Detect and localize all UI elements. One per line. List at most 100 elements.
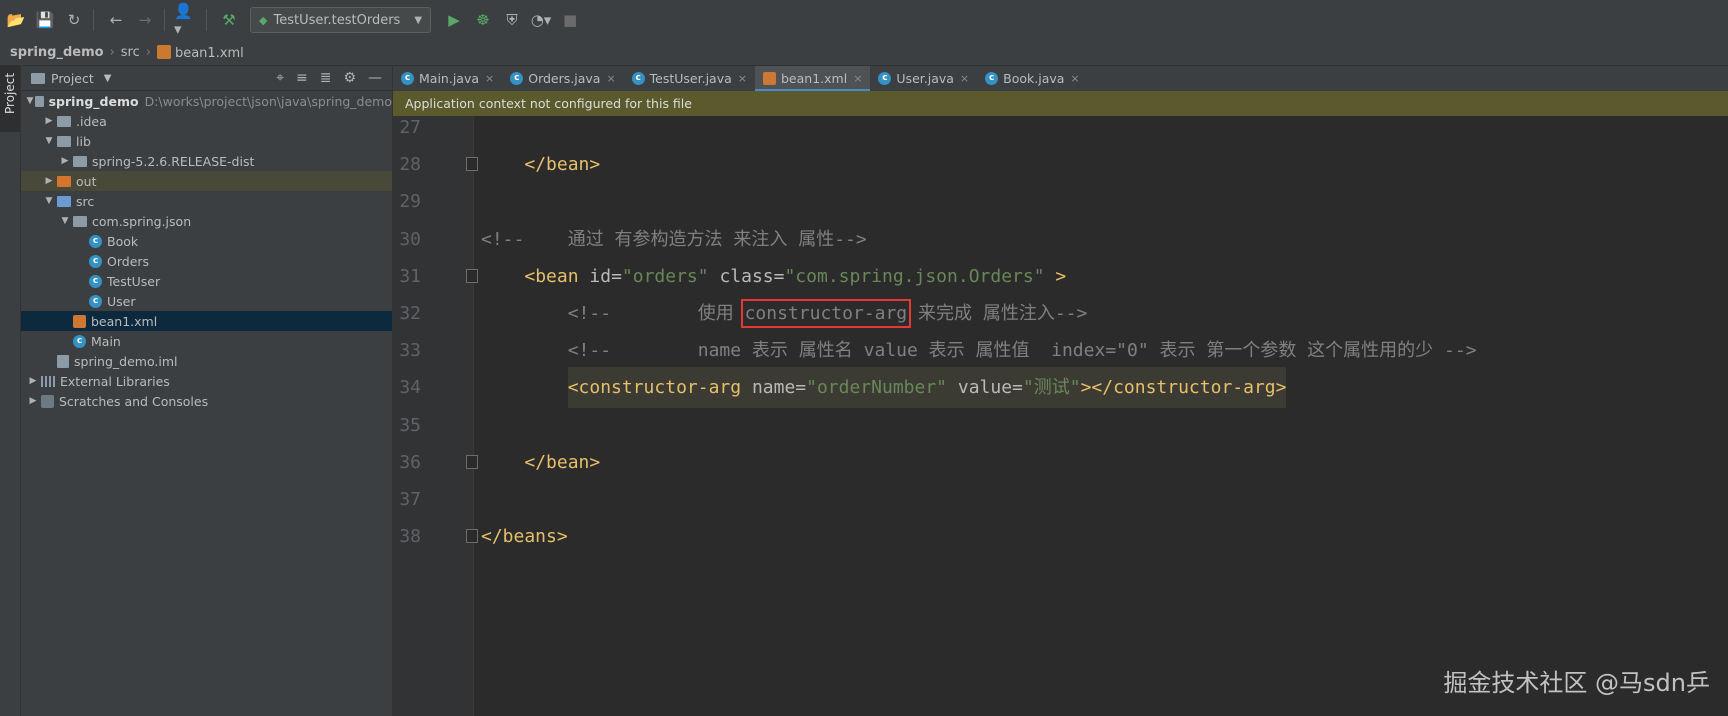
project-panel-title[interactable]: Project [51,71,94,86]
source-folder-icon [57,195,71,207]
code-token: <bean [524,265,590,287]
chevron-down-icon[interactable]: ▼ [41,136,57,146]
chevron-right-icon[interactable]: ▶ [25,396,41,406]
code-token: "测试" [1022,367,1081,409]
close-icon[interactable]: × [960,72,969,85]
fold-marker-icon[interactable] [466,157,478,172]
close-icon[interactable]: × [1070,72,1079,85]
line-number: 34 [399,377,421,399]
breadcrumb-src[interactable]: src [115,45,140,60]
tree-item[interactable]: ▶ .idea [21,111,392,131]
code-editor[interactable]: 27 28 </bean> 29 30 <!-- 通过 有参构造方法 来注入 属性-->… [393,116,1728,716]
line-number: 31 [399,265,421,287]
code-token: constructor-arg [740,299,912,328]
minimize-icon[interactable]: — [368,70,382,86]
close-icon[interactable]: × [738,72,747,85]
code-text: </beans> [481,516,568,557]
chevron-down-icon: ▼ [414,14,423,26]
code-line: 32 <!-- 使用 constructor-arg 来完成 属性注入--> [393,293,1728,334]
debug-bug-icon[interactable]: ☸ [470,7,496,33]
open-folder-icon[interactable]: 📂 [3,7,29,33]
chevron-down-icon[interactable]: ▼ [25,96,35,106]
save-icon[interactable]: 💾 [32,7,58,33]
code-token: "orders" [621,265,709,287]
editor-tab[interactable]: c Book.java × [977,66,1088,91]
code-text: </bean> [481,144,600,185]
close-icon[interactable]: × [485,72,494,85]
tree-item[interactable]: ▶ Scratches and Consoles [21,391,392,411]
gear-icon[interactable]: ⚙ [343,70,356,86]
editor-tab[interactable]: c Main.java × [393,66,502,91]
chevron-right-icon[interactable]: ▶ [41,176,57,186]
tree-item-label: spring_demo [48,93,139,109]
editor-tab[interactable]: c Orders.java × [502,66,623,91]
code-line: 29 [393,181,1728,222]
code-token: 来完成 属性注入--> [907,303,1088,324]
code-token: "com.spring.json.Orders" [784,265,1045,287]
sync-icon[interactable]: ↻ [61,7,87,33]
tree-item[interactable]: c Book [21,231,392,251]
code-token: "orderNumber" [806,367,948,409]
tree-item[interactable]: c TestUser [21,271,392,291]
editor-tab-label: User.java [896,71,954,86]
fold-marker-icon[interactable] [466,268,478,283]
fold-marker-icon[interactable] [466,529,478,544]
tree-item[interactable]: bean1.xml [21,311,392,331]
profile-icon[interactable]: ◔▾ [528,7,554,33]
chevron-down-icon[interactable]: ▼ [41,196,57,206]
java-class-icon: c [985,72,999,85]
toolbar-divider [206,9,207,31]
code-token: </beans> [481,526,568,548]
fold-marker-icon[interactable] [466,454,478,469]
tree-item[interactable]: ▼ com.spring.json [21,211,392,231]
tree-item[interactable]: ▶ out [21,171,392,191]
project-tool-tab[interactable]: Project [0,66,20,132]
tool-window-strip: Project [0,66,21,716]
close-icon[interactable]: × [853,72,862,85]
tree-item[interactable]: spring_demo.iml [21,351,392,371]
chevron-right-icon[interactable]: ▶ [25,376,41,386]
breadcrumb-project[interactable]: spring_demo [0,45,104,60]
folder-icon [31,72,45,84]
code-token: <!-- name 表示 属性名 value 表示 属性值 index="0" … [567,340,1477,362]
tree-item[interactable]: c Orders [21,251,392,271]
stop-icon[interactable]: ■ [557,7,583,33]
chevron-right-icon[interactable]: ▶ [41,116,57,126]
tree-item[interactable]: c Main [21,331,392,351]
run-icon[interactable]: ▶ [441,7,467,33]
folder-icon [73,215,87,227]
collapse-all-icon[interactable]: ≣ [320,70,332,86]
locate-icon[interactable]: ⌖ [276,70,284,86]
run-configuration-select[interactable]: ◆ TestUser.testOrders ▼ [250,7,432,33]
code-line: 34 <constructor-arg name="orderNumber" v… [393,367,1728,409]
tree-item[interactable]: ▶ External Libraries [21,371,392,391]
tree-item[interactable]: ▶ spring-5.2.6.RELEASE-dist [21,151,392,171]
build-hammer-icon[interactable]: ⚒ [216,7,242,33]
close-icon[interactable]: × [606,72,615,85]
tree-item[interactable]: ▼ spring_demo D:\works\project\json\java\s… [21,91,393,111]
main-toolbar: 📂 💾 ↻ ← → 👤▾ ⚒ ◆ TestUser.testOrders ▼ ▶… [0,0,1728,41]
chevron-right-icon[interactable]: ▶ [57,156,73,166]
editor-tab[interactable]: c TestUser.java × [624,66,755,91]
editor-tab[interactable]: c User.java × [870,66,977,91]
user-dropdown-icon[interactable]: 👤▾ [174,2,200,38]
code-text: <!-- name 表示 属性名 value 表示 属性值 index="0" … [481,330,1477,371]
expand-all-icon[interactable]: ≡ [296,70,308,86]
tree-item[interactable]: c User [21,291,392,311]
tree-item-label: com.spring.json [92,213,192,229]
forward-icon[interactable]: → [132,7,158,33]
chevron-down-icon[interactable]: ▼ [104,73,112,84]
tree-item-label: lib [76,133,91,149]
tree-item-label: TestUser [107,273,161,289]
tree-item[interactable]: ▼ lib [21,131,392,151]
editor-tab[interactable]: bean1.xml × [755,66,871,92]
coverage-icon[interactable]: ⛨ [499,7,525,33]
back-icon[interactable]: ← [103,7,129,33]
code-line: 35 [393,405,1728,446]
breadcrumb-file[interactable]: bean1.xml [151,44,244,61]
tree-item[interactable]: ▼ src [21,191,392,211]
chevron-down-icon[interactable]: ▼ [57,216,73,226]
